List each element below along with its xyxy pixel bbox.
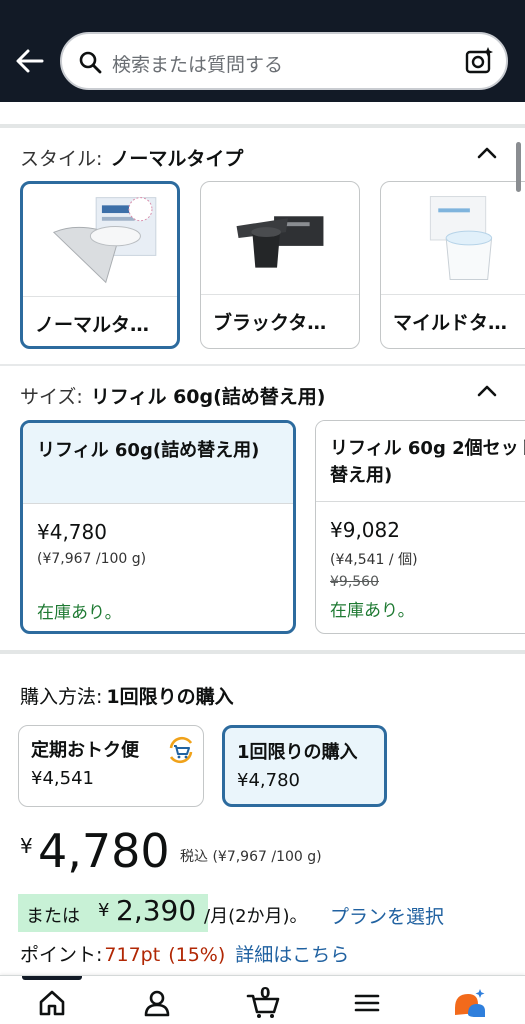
- collapse-size-chevron-icon[interactable]: [476, 384, 498, 398]
- section-divider: [0, 364, 525, 366]
- installment-prefix: または: [26, 906, 80, 927]
- normal-type-product-image: [52, 197, 157, 284]
- search-icon: [79, 51, 102, 74]
- subscribe-option-title: 定期おトク便: [31, 740, 139, 761]
- card-separator: [23, 503, 293, 504]
- points-row: ポイント: 717pt (15%) 詳細はこちら: [20, 940, 349, 967]
- nav-active-indicator: [22, 976, 82, 980]
- section-divider: [0, 124, 525, 128]
- size-option-price: ¥4,780: [37, 520, 107, 544]
- section-divider: [0, 650, 525, 654]
- account-icon[interactable]: [142, 988, 172, 1018]
- cart-button[interactable]: 0: [246, 984, 282, 1020]
- size-option-title: リフィル 60g 2個セット(詰め替え用): [330, 438, 525, 486]
- size-option-unit-price: (¥4,541 / 個): [330, 552, 418, 568]
- size-option-price: ¥9,082: [330, 518, 400, 542]
- purchase-selected-value: 1回限りの購入: [106, 686, 234, 708]
- style-label: スタイル:: [20, 148, 103, 170]
- points-value: 717pt: [104, 944, 161, 966]
- size-option-refill-60g-x2[interactable]: リフィル 60g 2個セット(詰め替え用) ¥9,082 (¥4,541 / 個…: [315, 420, 525, 634]
- back-arrow-icon[interactable]: [14, 47, 44, 75]
- mild-type-product-image: [429, 196, 493, 280]
- card-separator: [381, 294, 525, 295]
- subscribe-save-option[interactable]: 定期おトク便 ¥4,541: [18, 725, 204, 807]
- one-time-option-title: 1回限りの購入: [237, 742, 358, 763]
- installment-suffix: /月(2か月)。: [204, 906, 308, 927]
- price-tax-note: 税込 (¥7,967 /100 g): [180, 849, 322, 865]
- size-row-label: サイズ: リフィル 60g(詰め替え用): [20, 382, 326, 409]
- one-time-option-price: ¥4,780: [237, 770, 300, 791]
- one-time-purchase-option[interactable]: 1回限りの購入 ¥4,780: [222, 725, 387, 807]
- size-option-refill-60g[interactable]: リフィル 60g(詰め替え用) ¥4,780 (¥7,967 /100 g) 在…: [20, 420, 296, 634]
- size-option-title: リフィル 60g(詰め替え用): [37, 440, 260, 461]
- style-option-normal[interactable]: ノーマルタ…: [20, 181, 180, 349]
- purchase-label: 購入方法:: [20, 686, 103, 708]
- select-plan-link[interactable]: プランを選択: [330, 902, 444, 929]
- subscribe-cart-icon: [169, 736, 193, 764]
- size-option-stock: 在庫あり。: [330, 601, 415, 621]
- installment-currency: ¥: [98, 900, 110, 921]
- collapse-style-chevron-icon[interactable]: [476, 146, 498, 160]
- black-type-product-image: [236, 216, 324, 268]
- purchase-row-label: 購入方法: 1回限りの購入: [20, 682, 234, 709]
- rufus-assistant-icon[interactable]: [452, 988, 488, 1018]
- size-selected-value: リフィル 60g(詰め替え用): [90, 386, 326, 408]
- points-label: ポイント:: [20, 944, 103, 966]
- style-option-name: ブラックタ…: [213, 312, 327, 334]
- camera-search-icon[interactable]: [464, 46, 494, 76]
- cart-count: 0: [260, 984, 271, 1002]
- menu-icon[interactable]: [352, 988, 382, 1018]
- subscribe-option-price: ¥4,541: [31, 768, 94, 789]
- home-icon[interactable]: [37, 988, 67, 1018]
- style-row-label: スタイル: ノーマルタイプ: [20, 144, 243, 171]
- price-currency: ¥: [20, 834, 33, 858]
- top-bar: 検索または質問する: [0, 0, 525, 102]
- size-option-was-price: ¥9,560: [330, 574, 379, 590]
- size-option-unit-price: (¥7,967 /100 g): [37, 551, 147, 567]
- search-box[interactable]: 検索または質問する: [60, 32, 508, 90]
- style-option-mild[interactable]: マイルドタ…: [380, 181, 525, 349]
- search-placeholder: 検索または質問する: [112, 54, 284, 76]
- card-separator: [316, 501, 525, 502]
- bottom-nav: 0: [0, 975, 525, 1024]
- size-label: サイズ:: [20, 386, 83, 408]
- installment-amount: 2,390: [116, 894, 197, 927]
- points-details-link[interactable]: 詳細はこちら: [235, 944, 349, 966]
- style-selected-value: ノーマルタイプ: [110, 148, 244, 170]
- size-option-stock: 在庫あり。: [37, 603, 122, 623]
- price-amount: 4,780: [38, 824, 170, 878]
- card-separator: [23, 296, 177, 297]
- points-percent: (15%): [168, 944, 226, 966]
- scrollbar[interactable]: [516, 142, 521, 192]
- style-option-black[interactable]: ブラックタ…: [200, 181, 360, 349]
- card-separator: [201, 294, 359, 295]
- style-option-name: ノーマルタ…: [35, 314, 150, 336]
- style-option-name: マイルドタ…: [393, 312, 508, 334]
